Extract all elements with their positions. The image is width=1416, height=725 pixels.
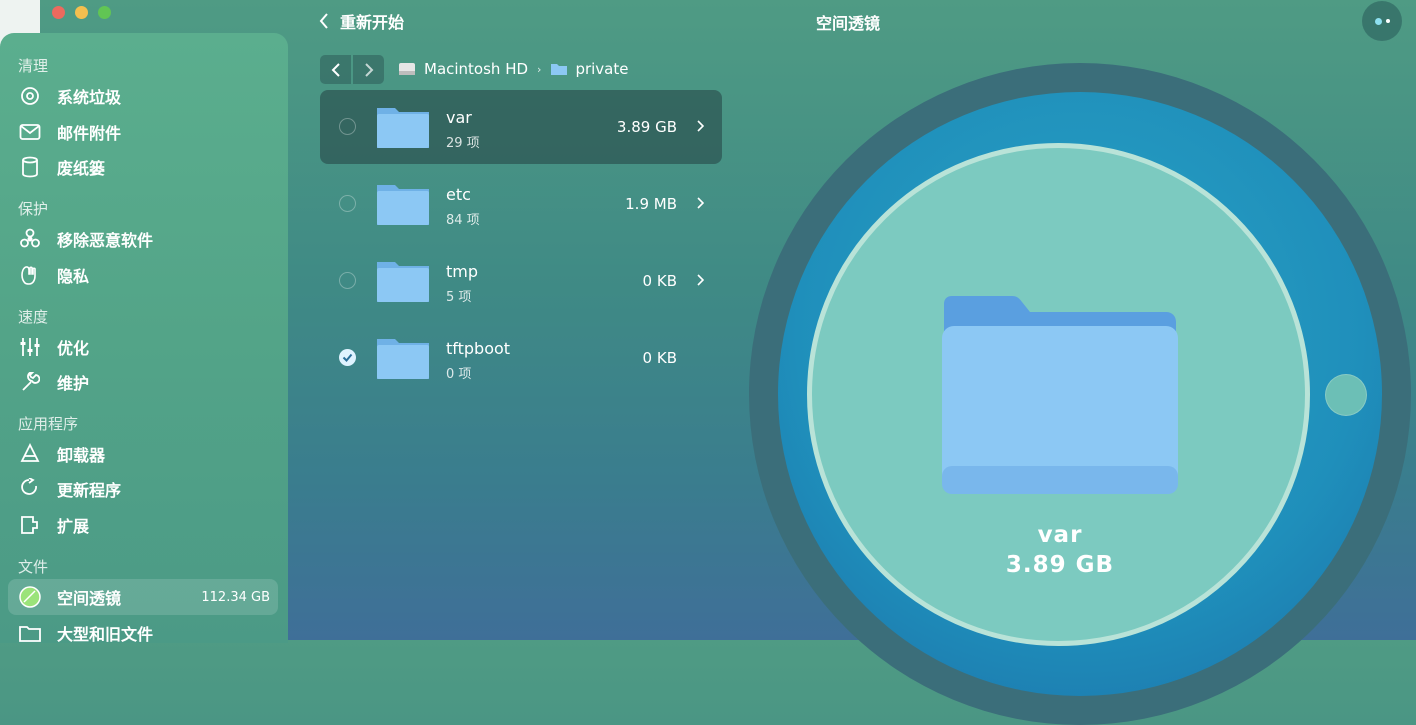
close-window-button[interactable]	[52, 6, 65, 19]
space-lens-icon	[18, 585, 42, 609]
window-controls	[52, 6, 111, 19]
file-row[interactable]: etc 84 项 1.9 MB	[320, 167, 722, 241]
file-count: 5 项	[446, 290, 472, 305]
select-checkbox[interactable]	[339, 349, 356, 366]
minimize-window-button[interactable]	[75, 6, 88, 19]
file-row[interactable]: tftpboot 0 项 0 KB	[320, 321, 722, 395]
back-button[interactable]	[320, 55, 351, 84]
sidebar-item-malware-removal[interactable]: 移除恶意软件	[18, 227, 153, 251]
file-row[interactable]: var 29 项 3.89 GB	[320, 90, 722, 164]
start-over-label: 重新开始	[340, 13, 405, 32]
page-title: 空间透镜	[816, 14, 881, 33]
sidebar-item-label: 扩展	[57, 517, 90, 536]
checkmark-icon	[342, 353, 353, 362]
sliders-icon	[18, 335, 42, 359]
sidebar-item-label: 隐私	[57, 267, 90, 286]
sidebar-section-title: 文件	[18, 558, 49, 576]
extension-icon	[18, 513, 42, 537]
sidebar-section-title: 速度	[18, 308, 49, 326]
sidebar-item-space-lens[interactable]: 空间透镜 112.34 GB	[8, 579, 278, 615]
chevron-right-icon	[364, 62, 373, 77]
sidebar-item-uninstaller[interactable]: 卸载器	[18, 442, 105, 466]
hand-icon	[18, 263, 42, 287]
sidebar-item-label: 优化	[57, 339, 90, 358]
sidebar-item-updater[interactable]: 更新程序	[18, 477, 121, 501]
breadcrumb-drive[interactable]: Macintosh HD	[424, 60, 528, 78]
hard-drive-icon	[399, 63, 415, 75]
select-checkbox[interactable]	[339, 195, 356, 212]
forward-button[interactable]	[353, 55, 384, 84]
update-icon	[18, 477, 42, 501]
file-name: var	[446, 108, 472, 127]
file-size: 0 KB	[642, 272, 677, 290]
sidebar-item-mail-attachments[interactable]: 邮件附件	[18, 120, 121, 144]
sidebar-item-label: 更新程序	[57, 481, 122, 500]
sidebar-item-large-old-files[interactable]: 大型和旧文件	[18, 621, 153, 645]
apps-icon	[18, 442, 42, 466]
preview-size: 3.89 GB	[1005, 552, 1115, 578]
folder-icon	[377, 339, 429, 379]
file-row[interactable]: tmp 5 项 0 KB	[320, 244, 722, 318]
trash-can-icon	[18, 155, 42, 179]
sidebar-section-title: 应用程序	[18, 415, 79, 433]
assistant-button[interactable]	[1362, 1, 1402, 41]
chevron-left-icon	[331, 62, 340, 77]
navigation-buttons	[320, 55, 384, 84]
breadcrumb-folder[interactable]: private	[575, 60, 628, 78]
breadcrumb: Macintosh HD › private	[398, 60, 629, 78]
folder-icon	[377, 262, 429, 302]
chevron-right-icon[interactable]	[696, 274, 704, 286]
ring-handle[interactable]	[1325, 374, 1367, 416]
zoom-window-button[interactable]	[98, 6, 111, 19]
file-size: 1.9 MB	[625, 195, 677, 213]
sidebar-item-label: 维护	[57, 374, 90, 393]
start-over-button[interactable]: 重新开始	[318, 9, 404, 33]
sidebar-section-title: 保护	[18, 200, 49, 218]
sidebar-item-privacy[interactable]: 隐私	[18, 263, 89, 287]
file-count: 29 项	[446, 136, 480, 151]
assistant-dot-icon	[1374, 17, 1382, 25]
sidebar-item-extensions[interactable]: 扩展	[18, 513, 89, 537]
sidebar-item-optimization[interactable]: 优化	[18, 335, 89, 359]
chevron-left-icon	[319, 13, 328, 29]
select-checkbox[interactable]	[339, 272, 356, 289]
folder-icon	[942, 296, 1178, 494]
biohazard-icon	[18, 227, 42, 251]
folder-icon	[18, 621, 42, 645]
select-checkbox[interactable]	[339, 118, 356, 135]
assistant-dot-icon	[1385, 19, 1390, 23]
mail-icon	[18, 120, 42, 144]
sidebar-item-system-junk[interactable]: 系统垃圾	[18, 84, 121, 108]
chevron-right-icon[interactable]	[696, 197, 704, 209]
sidebar-item-label: 空间透镜	[57, 589, 122, 608]
sidebar-item-label: 卸载器	[57, 446, 106, 465]
file-name: tmp	[446, 262, 479, 281]
file-count: 84 项	[446, 213, 480, 228]
sidebar-item-label: 废纸篓	[57, 159, 106, 178]
preview-name: var	[1037, 522, 1083, 548]
folder-icon	[551, 64, 568, 75]
chevron-right-icon[interactable]	[696, 120, 704, 132]
file-count: 0 项	[446, 367, 472, 382]
sidebar-item-label: 系统垃圾	[57, 88, 122, 107]
sidebar-item-trash[interactable]: 废纸篓	[18, 155, 105, 179]
sidebar-section-title: 清理	[18, 57, 49, 75]
breadcrumb-separator: ›	[537, 62, 542, 76]
file-name: tftpboot	[446, 339, 511, 358]
sidebar-item-label: 大型和旧文件	[57, 625, 154, 644]
sidebar-item-label: 邮件附件	[57, 124, 122, 143]
file-size: 0 KB	[642, 349, 677, 367]
space-lens-size: 112.34 GB	[201, 589, 270, 605]
file-size: 3.89 GB	[616, 118, 677, 136]
wrench-icon	[18, 370, 42, 394]
folder-icon	[377, 185, 429, 225]
sidebar-item-maintenance[interactable]: 维护	[18, 370, 89, 394]
sidebar: 清理 系统垃圾 邮件附件 废纸篓 保护 移除恶意软件 隐私 速度 优化 维护 应…	[0, 33, 288, 645]
trash-disc-icon	[18, 84, 42, 108]
file-name: etc	[446, 185, 471, 204]
folder-icon	[377, 108, 429, 148]
sidebar-item-label: 移除恶意软件	[57, 231, 154, 250]
